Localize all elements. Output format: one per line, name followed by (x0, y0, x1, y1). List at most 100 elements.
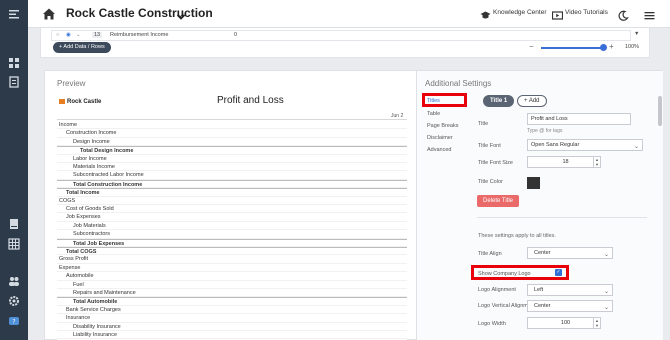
dark-mode-icon[interactable] (618, 8, 629, 21)
logo-alignment-label: Logo Alignment (478, 287, 516, 293)
section-divider (477, 217, 647, 218)
stepper-arrows-icon[interactable]: ▲ ▼ (593, 157, 600, 167)
report-row: Total COGS (57, 247, 407, 256)
collapse-chevron-icon[interactable]: ▼ (634, 31, 639, 37)
add-data-rows-button[interactable]: + Add Data / Rows (53, 42, 111, 53)
report-row: Fuel (57, 281, 407, 289)
dashboard-icon[interactable] (8, 57, 20, 69)
report-row: Income (57, 121, 407, 130)
logo-vertical-alignment-value: Center (534, 303, 551, 309)
zoom-slider[interactable] (541, 44, 607, 51)
report-row: Construction Income (57, 129, 407, 138)
stepper-arrows-icon[interactable]: ▲ ▼ (593, 318, 600, 328)
document-icon[interactable] (8, 76, 20, 88)
knowledge-center-link[interactable]: Knowledge Center (493, 9, 546, 16)
chevron-down-icon: ⌄ (633, 144, 639, 150)
report-row: Subcontractors (57, 230, 407, 239)
info-badge-icon[interactable]: ? (8, 315, 20, 327)
title-font-select[interactable]: Open Sans Regular ⌄ (527, 139, 643, 151)
logo-width-value: 100 (560, 320, 571, 326)
report-row: Bank Service Charges (57, 306, 407, 315)
zoom-out-button[interactable]: − (529, 42, 534, 51)
logo-vertical-alignment-select[interactable]: Center ⌄ (527, 300, 613, 312)
title-font-size-input[interactable]: 18 ▲ ▼ (527, 156, 601, 168)
svg-text:?: ? (12, 319, 15, 326)
report-sheet: Rock Castle Profit and Loss Jun 2 Income… (57, 95, 407, 340)
eye-icon[interactable]: ◉ (66, 32, 71, 38)
company-selector[interactable]: Rock Castle Construction (66, 6, 213, 20)
report-row: Insurance (57, 314, 407, 323)
report-row: Labor Income (57, 155, 407, 163)
add-title-button[interactable]: + Add (517, 95, 547, 107)
title-align-label: Title Align (478, 251, 502, 257)
settings-heading: Additional Settings (425, 79, 492, 88)
title-hint: Type @ for tags (527, 128, 563, 134)
report-row: Automobile (57, 272, 407, 281)
settings-gear-icon[interactable] (8, 295, 20, 307)
top-bar: Rock Castle Construction Knowledge Cente… (28, 0, 670, 28)
logo-alignment-value: Left (534, 287, 544, 293)
title-font-value: Open Sans Regular (531, 142, 580, 148)
zoom-slider-fill (541, 47, 603, 49)
logo-mark-icon (59, 99, 65, 104)
report-title: Profit and Loss (217, 95, 284, 106)
logo-width-label: Logo Width (478, 321, 506, 327)
chevron-down-icon: ⌄ (603, 252, 609, 258)
report-row: Materials Income (57, 163, 407, 172)
row-radio[interactable]: ○ (56, 32, 59, 38)
title-color-swatch[interactable] (527, 177, 540, 189)
row-label[interactable]: Reimbursement Income (110, 32, 168, 38)
preview-heading: Preview (57, 79, 86, 88)
report-row: Job Expenses (57, 213, 407, 222)
grid-icon[interactable] (8, 238, 20, 250)
report-builder-card: Preview Rock Castle Profit and Loss Jun … (44, 70, 663, 340)
report-row: Total Income (57, 188, 407, 197)
hamburger-menu-icon[interactable] (644, 8, 655, 20)
report-row: Disability Insurance (57, 323, 407, 331)
video-tutorials-link[interactable]: Video Tutorials (565, 9, 608, 16)
chevron-down-icon: ⌄ (603, 305, 609, 311)
report-row: Job Materials (57, 222, 407, 231)
additional-settings-panel: Additional Settings Titles Table Page Br… (417, 71, 663, 340)
zoom-in-button[interactable]: + (609, 42, 614, 51)
home-icon[interactable] (42, 7, 56, 21)
nav-page-breaks[interactable]: Page Breaks (427, 123, 459, 129)
logo-width-input[interactable]: 100 ▲ ▼ (527, 317, 601, 329)
zoom-slider-handle[interactable] (599, 44, 607, 51)
nav-disclaimer[interactable]: Disclaimer (427, 135, 453, 141)
title-label: Title (478, 121, 489, 127)
row-value[interactable]: 0 (234, 32, 237, 38)
report-row: Repairs and Maintenance (57, 289, 407, 298)
row-menu-chevron-icon[interactable]: ⌄ (76, 32, 81, 38)
title-input[interactable]: Profit and Loss (527, 113, 631, 125)
chevron-down-icon[interactable] (176, 9, 186, 20)
nav-advanced[interactable]: Advanced (427, 147, 451, 153)
title-font-size-label: Title Font Size (478, 160, 513, 166)
titles-highlight-box (422, 93, 467, 107)
title-align-select[interactable]: Center ⌄ (527, 247, 613, 259)
menu-icon[interactable] (8, 8, 20, 20)
title-color-label: Title Color (478, 179, 503, 185)
tab-title-1[interactable]: Title 1 (483, 95, 515, 107)
show-logo-highlight-box (471, 265, 569, 280)
delete-title-button[interactable]: Delete Title (477, 195, 520, 207)
report-row: Subcontracted Labor Income (57, 171, 407, 180)
titles-note: These settings apply to all titles. (478, 233, 556, 239)
header-rule (57, 119, 407, 120)
data-rows-strip: ○ ◉ ⌄ 13 Reimbursement Income 0 ▼ + Add … (40, 28, 650, 58)
book-icon[interactable] (8, 218, 20, 230)
nav-table[interactable]: Table (427, 111, 440, 117)
users-icon[interactable] (8, 275, 20, 287)
report-row: Total Design Income (57, 146, 407, 155)
logo-alignment-select[interactable]: Left ⌄ (527, 284, 613, 296)
settings-scrollbar[interactable] (658, 96, 662, 126)
report-row: Total Construction Income (57, 179, 407, 189)
row-number: 13 (92, 32, 103, 38)
report-row: COGS (57, 197, 407, 205)
video-icon (551, 8, 564, 20)
report-row: Cost of Goods Sold (57, 205, 407, 214)
zoom-value: 100% (625, 44, 640, 50)
title-align-value: Center (534, 250, 551, 256)
data-row[interactable]: ○ ◉ ⌄ 13 Reimbursement Income 0 (51, 30, 631, 41)
logo-text: Rock Castle (67, 99, 102, 106)
